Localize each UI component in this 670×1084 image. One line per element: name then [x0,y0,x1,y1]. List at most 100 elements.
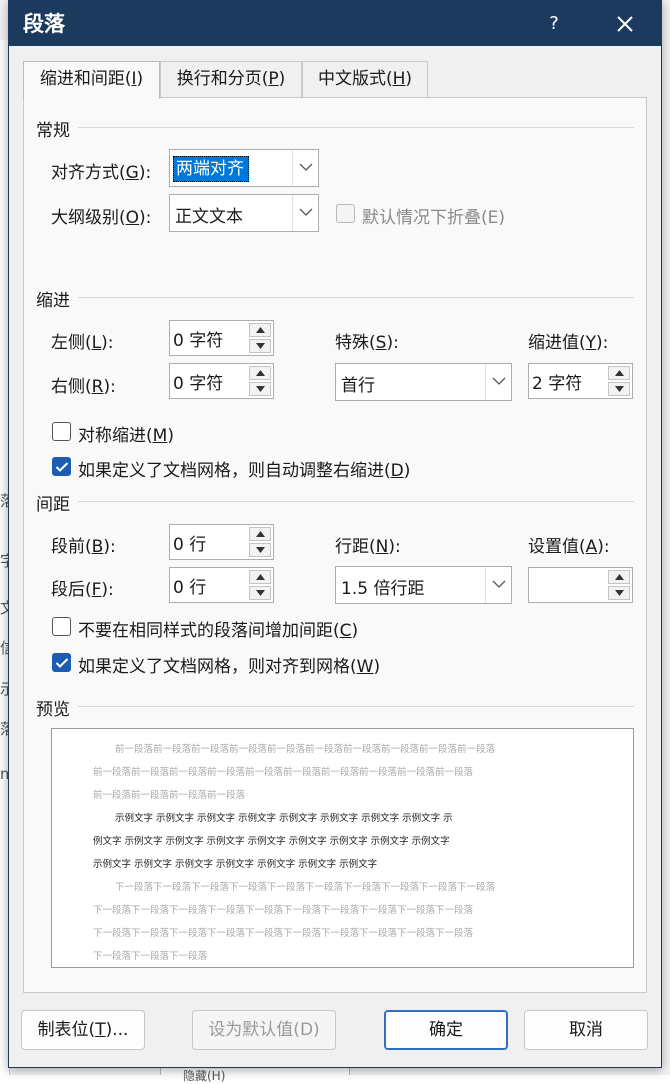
label-tail: ) [373,657,381,677]
section-preview-heading: 预览 [36,700,70,720]
tab-asian-typography[interactable]: 中文版式(H) [302,61,428,97]
preview-previous-paragraph-line: 前一段落前一段落前一段落前一段落前一段落前一段落前一段落前一段落前一段落前一段落 [115,744,496,755]
accelerator: O [125,208,140,228]
spacing-before-spinner[interactable]: 0 行 [169,524,274,560]
label-text: 右侧( [51,377,92,397]
spacing-before-label: 段前(B): [51,532,116,557]
preview-next-paragraph-line: 下一段落下一段落下一段落 [93,951,208,962]
section-indentation-heading: 缩进 [36,291,70,311]
label-text: 设置值( [528,537,586,557]
indent-right-value[interactable]: 0 字符 [173,369,223,394]
triangle-down-icon [256,343,265,349]
preview-sample-line: 示例文字 示例文字 示例文字 示例文字 示例文字 示例文字 示例文字 [93,859,378,870]
dropdown-arrow[interactable] [485,567,511,603]
outline-level-value: 正文文本 [175,207,243,227]
help-button[interactable]: ? [539,9,569,39]
accelerator: M [152,426,168,446]
indent-left-value[interactable]: 0 字符 [173,326,223,351]
label-text: 大纲级别( [51,208,126,228]
set-as-default-button[interactable]: 设为默认值(D) [192,1010,336,1050]
auto-adjust-right-indent-checkbox[interactable] [52,457,71,476]
spin-up-button[interactable] [249,527,271,541]
line-spacing-label: 行距(N): [335,532,401,557]
checkmark-icon [55,658,69,668]
spacing-after-value[interactable]: 0 行 [173,573,206,598]
accelerator: D [390,461,404,481]
preview-previous-paragraph-line: 前一段落前一段落前一段落前一段落前一段落前一段落前一段落前一段落前一段落前一段落 [93,767,474,778]
dropdown-arrow[interactable] [485,364,511,400]
triangle-up-icon [256,574,265,580]
spin-up-button[interactable] [608,570,630,584]
collapse-by-default-checkbox[interactable] [336,204,355,223]
accelerator: R [91,377,104,397]
indent-by-value[interactable]: 2 字符 [532,369,582,394]
mirror-indents-checkbox[interactable] [52,422,71,441]
snap-to-grid-checkbox[interactable] [52,653,71,672]
preview-next-paragraph-line: 下一段落下一段落下一段落下一段落下一段落下一段落下一段落下一段落下一段落下一段落 [115,882,496,893]
label-tail: ): [597,537,610,557]
triangle-down-icon [615,590,624,596]
line-spacing-value: 1.5 倍行距 [341,579,425,599]
spin-up-button[interactable] [608,366,630,380]
section-divider [78,501,634,502]
dropdown-arrow[interactable] [292,150,318,186]
triangle-down-icon [615,386,624,392]
spin-down-button[interactable] [249,339,271,353]
tab-indents-spacing[interactable]: 缩进和间距(I) [23,61,160,99]
special-indent-value: 首行 [341,376,375,396]
indent-by-label: 缩进值(Y): [528,328,608,353]
label-tail: ): [101,333,114,353]
outline-level-label: 大纲级别(O): [51,203,151,228]
triangle-up-icon [256,531,265,537]
outline-level-dropdown[interactable]: 正文文本 [169,194,319,232]
collapse-by-default-label: 默认情况下折叠(E) [362,208,506,228]
spin-up-button[interactable] [249,366,271,380]
triangle-up-icon [256,370,265,376]
tab-label: 中文版式( [317,69,393,89]
checkmark-icon [55,462,69,472]
spin-up-button[interactable] [249,323,271,337]
tabs-button[interactable]: 制表位(T)... [21,1010,145,1050]
spin-down-button[interactable] [608,382,630,396]
label-tail: ) [403,461,411,481]
label-text: 段前( [51,537,92,557]
cancel-button[interactable]: 取消 [524,1010,648,1050]
triangle-up-icon [615,370,624,376]
preview-next-paragraph-line: 下一段落下一段落下一段落下一段落下一段落下一段落下一段落下一段落下一段落下一段落 [93,905,474,916]
preview-previous-paragraph-line: 前一段落前一段落前一段落前一段落 [93,790,246,801]
spin-down-button[interactable] [249,543,271,557]
tab-accelerator: H [392,69,406,89]
special-indent-dropdown[interactable]: 首行 [335,363,512,401]
spin-down-button[interactable] [249,382,271,396]
no-space-same-style-label: 不要在相同样式的段落间增加间距(C) [78,616,358,641]
indent-right-spinner[interactable]: 0 字符 [169,363,274,399]
spin-down-button[interactable] [608,586,630,600]
close-button[interactable] [609,9,641,39]
tab-label: 缩进和间距( [39,69,132,89]
section-divider [78,297,634,298]
preview-next-paragraph-line: 下一段落下一段落下一段落下一段落下一段落下一段落下一段落下一段落下一段落下一段落 [93,928,474,939]
alignment-dropdown[interactable]: 两端对齐 [169,149,319,187]
no-space-same-style-checkbox[interactable] [52,617,71,636]
indent-by-spinner[interactable]: 2 字符 [528,363,633,399]
ok-button[interactable]: 确定 [384,1010,508,1050]
spacing-after-spinner[interactable]: 0 行 [169,567,274,603]
spin-up-button[interactable] [249,570,271,584]
accelerator: C [339,621,352,641]
alignment-value: 两端对齐 [173,156,249,182]
title-bar[interactable]: 段落 ? [9,1,661,46]
label-text: 如果定义了文档网格，则对齐到网格( [78,657,357,677]
label-tail: ) [167,426,174,446]
spin-down-button[interactable] [249,586,271,600]
special-indent-label: 特殊(S): [335,328,399,353]
line-spacing-at-spinner[interactable] [528,567,633,603]
spacing-before-value[interactable]: 0 行 [173,530,206,555]
label-tail: ): [596,333,609,353]
label-text: 缩进值( [528,333,586,353]
indent-left-spinner[interactable]: 0 字符 [169,320,274,356]
tab-line-page-breaks[interactable]: 换行和分页(P) [160,61,302,97]
section-divider [78,706,634,707]
line-spacing-dropdown[interactable]: 1.5 倍行距 [335,566,512,604]
label-text: 行距( [335,537,376,557]
dropdown-arrow[interactable] [292,195,318,231]
